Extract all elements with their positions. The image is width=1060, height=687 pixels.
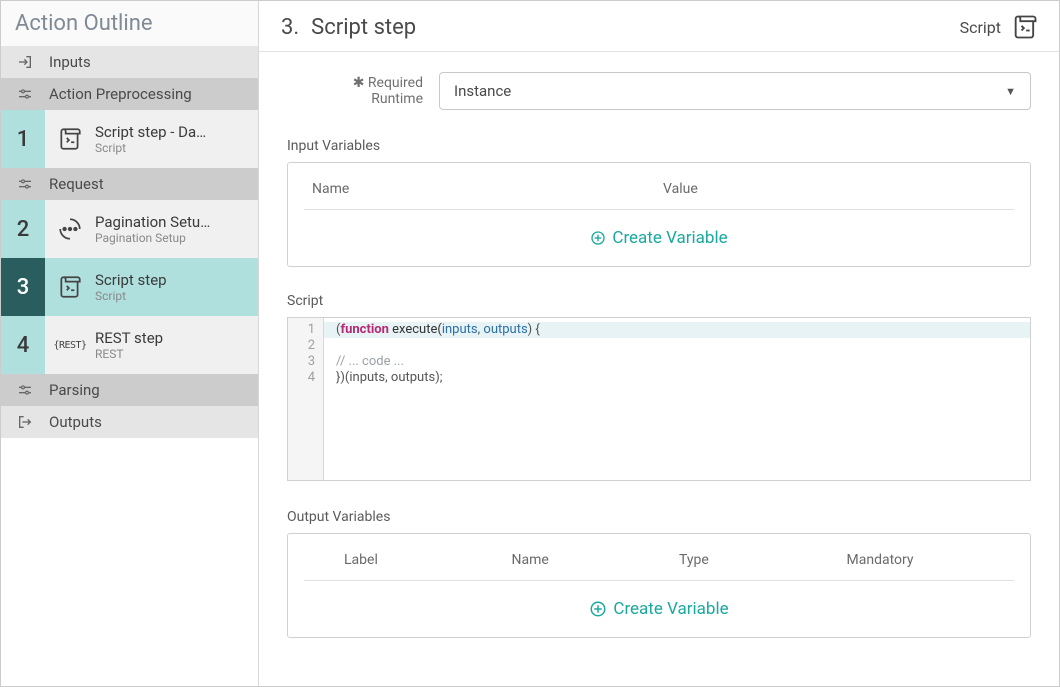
code-content[interactable]: (function execute(inputs, outputs) { // … — [324, 318, 1030, 480]
sliders-icon — [11, 176, 39, 192]
step-number: 2 — [1, 200, 45, 258]
rest-icon: {REST} — [55, 340, 85, 351]
script-scroll-icon — [1011, 13, 1039, 41]
sidebar-preproc-label: Action Preprocessing — [49, 85, 192, 103]
main-header: 3. Script step Script — [259, 1, 1059, 52]
output-vars-label: Output Variables — [287, 509, 1031, 525]
col-name: Name — [312, 181, 663, 197]
pagination-icon — [55, 216, 85, 242]
create-input-variable-button[interactable]: Create Variable — [304, 224, 1014, 252]
sidebar-step-1[interactable]: 1 Script step - Da… Script — [1, 110, 258, 168]
step-subtitle: Script — [95, 289, 167, 303]
sidebar-item-inputs[interactable]: Inputs — [1, 46, 258, 78]
sidebar-item-outputs[interactable]: Outputs — [1, 406, 258, 438]
runtime-label: ✱ Required Runtime — [287, 75, 423, 107]
step-title: Script step - Da… — [95, 123, 206, 141]
step-subtitle: REST — [95, 347, 163, 361]
output-vars-box: Label Name Type Mandatory Create Variabl… — [287, 533, 1031, 638]
create-output-variable-button[interactable]: Create Variable — [304, 595, 1014, 623]
sliders-icon — [11, 86, 39, 102]
input-vars-header: Name Value — [304, 177, 1014, 210]
chevron-down-icon: ▼ — [1005, 85, 1016, 98]
sliders-icon — [11, 382, 39, 398]
runtime-row: ✱ Required Runtime Instance ▼ — [287, 72, 1031, 110]
inputs-icon — [11, 54, 39, 70]
col-name: Name — [512, 552, 680, 568]
sidebar-item-request[interactable]: Request — [1, 168, 258, 200]
script-label: Script — [287, 293, 1031, 309]
line-gutter: 1 2 3 4 — [288, 318, 324, 480]
step-number: 3 — [1, 258, 45, 316]
main-panel: 3. Script step Script ✱ Required Runtime… — [259, 1, 1059, 686]
sidebar-step-2[interactable]: 2 Pagination Setu… Pagination Setup — [1, 200, 258, 258]
step-type-label: Script — [960, 18, 1001, 37]
sidebar-step-3[interactable]: 3 Script step Script — [1, 258, 258, 316]
output-vars-header: Label Name Type Mandatory — [304, 548, 1014, 581]
script-editor[interactable]: 1 2 3 4 (function execute(inputs, output… — [287, 317, 1031, 481]
input-vars-label: Input Variables — [287, 138, 1031, 154]
col-type: Type — [679, 552, 847, 568]
create-variable-label: Create Variable — [613, 599, 728, 619]
step-subtitle: Script — [95, 141, 206, 155]
step-number-header: 3. — [281, 15, 299, 40]
sidebar-request-label: Request — [49, 175, 104, 193]
step-number: 4 — [1, 316, 45, 374]
col-value: Value — [663, 181, 1014, 197]
step-title: Script step — [95, 271, 167, 289]
runtime-value: Instance — [454, 82, 511, 100]
step-subtitle: Pagination Setup — [95, 231, 210, 245]
sidebar-inputs-label: Inputs — [49, 53, 91, 71]
input-vars-box: Name Value Create Variable — [287, 162, 1031, 267]
page-title: Script step — [311, 15, 416, 40]
sidebar-title: Action Outline — [1, 1, 258, 46]
outputs-icon — [11, 414, 39, 430]
step-number: 1 — [1, 110, 45, 168]
runtime-select[interactable]: Instance ▼ — [439, 72, 1031, 110]
script-scroll-icon — [55, 126, 85, 152]
sidebar-parsing-label: Parsing — [49, 381, 100, 399]
col-mandatory: Mandatory — [847, 552, 1015, 568]
sidebar-item-preprocessing[interactable]: Action Preprocessing — [1, 78, 258, 110]
action-outline-sidebar: Action Outline Inputs Action Preprocessi… — [1, 1, 259, 686]
col-label: Label — [344, 552, 512, 568]
create-variable-label: Create Variable — [612, 228, 727, 248]
sidebar-item-parsing[interactable]: Parsing — [1, 374, 258, 406]
sidebar-outputs-label: Outputs — [49, 413, 102, 431]
sidebar-step-4[interactable]: 4 {REST} REST step REST — [1, 316, 258, 374]
script-scroll-icon — [55, 274, 85, 300]
step-title: REST step — [95, 329, 163, 347]
step-title: Pagination Setu… — [95, 213, 210, 231]
